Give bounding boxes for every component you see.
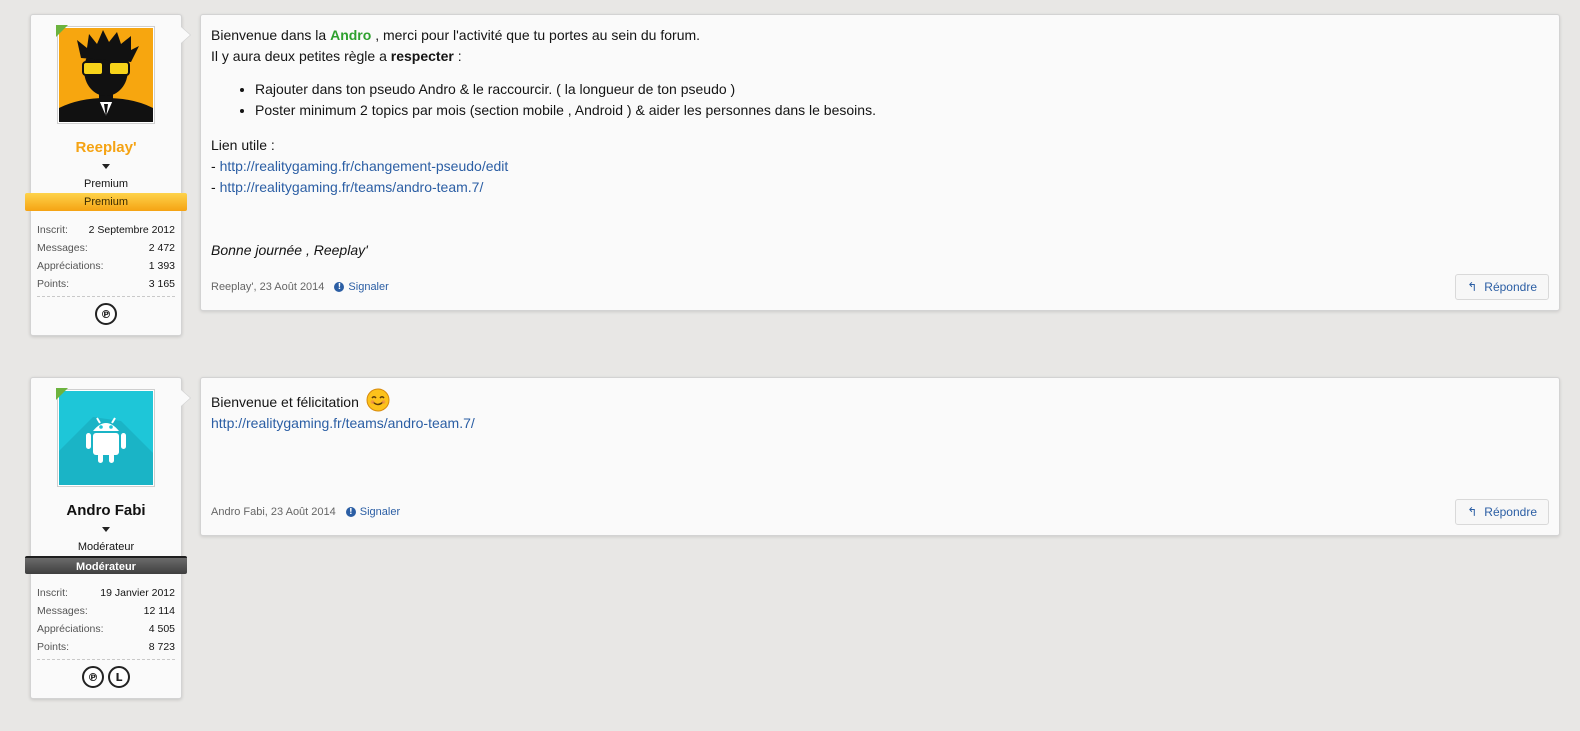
link-prefix: - <box>211 179 220 195</box>
message-line: - http://realitygaming.fr/teams/andro-te… <box>211 177 1549 198</box>
stat-likes: Appréciations: 1 393 <box>37 257 175 275</box>
stat-likes: Appréciations: 4 505 <box>37 620 175 638</box>
stat-label: Messages: <box>37 242 88 254</box>
link-andro-team[interactable]: http://realitygaming.fr/teams/andro-team… <box>211 415 475 431</box>
stat-messages[interactable]: Messages: 2 472 <box>37 239 175 257</box>
reply-arrow-icon: ↰ <box>1467 279 1478 294</box>
report-label[interactable]: Signaler <box>360 502 400 523</box>
chevron-down-icon[interactable] <box>102 164 110 169</box>
stat-label: Inscrit: <box>37 587 68 599</box>
username[interactable]: Reeplay' <box>31 139 181 156</box>
links-title: Lien utile : <box>211 137 275 153</box>
stat-points[interactable]: Points: 3 165 <box>37 275 175 293</box>
message-footer: Andro Fabi, 23 Août 2014 ! Signaler ↰ Ré… <box>211 499 1549 525</box>
post-meta[interactable]: Reeplay', 23 Août 2014 <box>211 277 324 298</box>
user-banner: Modérateur <box>25 556 187 574</box>
user-title: Modérateur <box>77 541 135 553</box>
reply-label: Répondre <box>1484 279 1537 294</box>
report-link[interactable]: ! Signaler <box>345 502 400 523</box>
stat-registered: Inscrit: 2 Septembre 2012 <box>37 221 175 239</box>
playstation-icon[interactable]: ℗ <box>82 666 104 688</box>
info-icon: ! <box>345 507 356 517</box>
trophy-list: ℗ <box>31 297 181 333</box>
online-indicator <box>56 388 68 400</box>
avatar[interactable] <box>56 388 155 487</box>
stat-label: Inscrit: <box>37 224 68 236</box>
online-indicator <box>56 25 68 37</box>
reply-label: Répondre <box>1484 504 1537 519</box>
list-item: Rajouter dans ton pseudo Andro & le racc… <box>255 79 1549 100</box>
card-arrow <box>181 390 190 406</box>
report-link[interactable]: ! Signaler <box>334 277 389 298</box>
stat-registered: Inscrit: 19 Janvier 2012 <box>37 584 175 602</box>
info-icon: ! <box>334 282 345 292</box>
reply-arrow-icon: ↰ <box>1467 504 1478 519</box>
message-text: , merci pour l'activité que tu portes au… <box>371 27 701 43</box>
reply-button[interactable]: ↰ Répondre <box>1455 274 1549 300</box>
message-text: Bienvenue et félicitation <box>211 394 359 410</box>
stat-value: 19 Janvier 2012 <box>100 587 175 599</box>
post-meta[interactable]: Andro Fabi, 23 Août 2014 <box>211 502 336 523</box>
message-post: Bienvenue dans la Andro , merci pour l'a… <box>200 14 1560 311</box>
avatar[interactable] <box>56 25 155 124</box>
link-change-pseudo[interactable]: http://realitygaming.fr/changement-pseud… <box>220 158 509 174</box>
signoff-text: Bonne journée , Reeplay' <box>211 242 368 258</box>
stat-value[interactable]: 2 472 <box>149 239 175 257</box>
message-text: : <box>453 48 462 64</box>
stat-points[interactable]: Points: 8 723 <box>37 638 175 656</box>
message-text: Il y aura deux petites règle a <box>211 48 391 64</box>
reply-button[interactable]: ↰ Répondre <box>1455 499 1549 525</box>
stat-value[interactable]: 3 165 <box>149 275 175 293</box>
trophy-list: ℗ L <box>31 660 181 696</box>
stat-label: Appréciations: <box>37 260 104 272</box>
league-icon[interactable]: L <box>108 666 130 688</box>
stat-label: Points: <box>37 278 70 290</box>
user-card: Andro Fabi Modérateur Modérateur Inscrit… <box>25 377 190 699</box>
message-post: Bienvenue et félicitation http://reality… <box>200 377 1560 536</box>
card-arrow <box>181 27 190 43</box>
link-andro-team[interactable]: http://realitygaming.fr/teams/andro-team… <box>220 179 484 195</box>
user-banner: Premium <box>25 193 187 211</box>
smiley-icon <box>366 388 390 412</box>
stat-messages[interactable]: Messages: 12 114 <box>37 602 175 620</box>
user-card: Reeplay' Premium Premium Inscrit: 2 Sept… <box>25 14 190 336</box>
chevron-down-icon[interactable] <box>102 527 110 532</box>
stat-value[interactable]: 12 114 <box>144 602 175 620</box>
message-line: Bienvenue et félicitation <box>211 388 1549 413</box>
stat-label: Points: <box>37 641 70 653</box>
stat-value: 1 393 <box>148 260 175 272</box>
message-footer: Reeplay', 23 Août 2014 ! Signaler ↰ Répo… <box>211 274 1549 300</box>
link-prefix: - <box>211 158 220 174</box>
list-item: Poster minimum 2 topics par mois (sectio… <box>255 100 1549 121</box>
stat-label: Messages: <box>37 605 88 617</box>
stat-value: 2 Septembre 2012 <box>88 224 175 236</box>
signoff: Bonne journée , Reeplay' <box>211 240 1549 261</box>
username[interactable]: Andro Fabi <box>31 502 181 519</box>
team-name-highlight: Andro <box>330 27 372 43</box>
report-label[interactable]: Signaler <box>348 277 388 298</box>
message-line: Il y aura deux petites règle a respecter… <box>211 46 1549 67</box>
android-icon <box>59 391 153 485</box>
avatar-image <box>59 28 153 122</box>
message-line: - http://realitygaming.fr/changement-pse… <box>211 156 1549 177</box>
message-line: Bienvenue dans la Andro , merci pour l'a… <box>211 25 1549 46</box>
stat-label: Appréciations: <box>37 623 104 635</box>
message-line: http://realitygaming.fr/teams/andro-team… <box>211 413 1549 434</box>
user-stats: Inscrit: 2 Septembre 2012 Messages: 2 47… <box>31 211 181 293</box>
stat-value[interactable]: 8 723 <box>149 638 175 656</box>
message-text: Bienvenue dans la <box>211 27 331 43</box>
stat-value: 4 505 <box>148 623 175 635</box>
user-stats: Inscrit: 19 Janvier 2012 Messages: 12 11… <box>31 574 181 656</box>
bold-text: respecter <box>390 48 454 64</box>
playstation-icon[interactable]: ℗ <box>95 303 117 325</box>
rules-list: Rajouter dans ton pseudo Andro & le racc… <box>255 79 1549 121</box>
user-title: Premium <box>83 178 128 190</box>
